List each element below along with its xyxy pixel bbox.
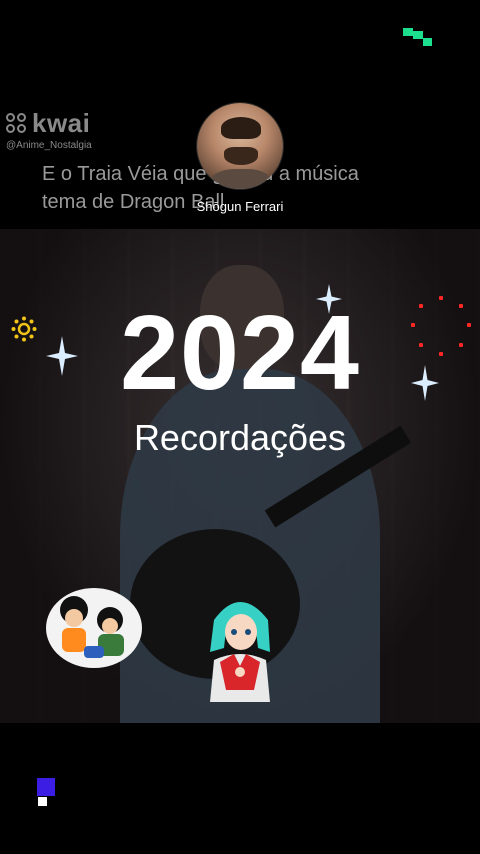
kwai-brand-text: kwai bbox=[32, 108, 91, 138]
recordacoes-subtitle: Recordações bbox=[133, 417, 347, 458]
dots-circle-icon bbox=[409, 296, 473, 358]
sun-icon bbox=[11, 316, 37, 342]
video-screen[interactable]: kwai @Anime_Nostalgia E o Traia Véia que… bbox=[0, 0, 480, 854]
kwai-handle: @Anime_Nostalgia bbox=[6, 140, 92, 151]
goku-sticker bbox=[46, 588, 142, 668]
kwai-logo-icon bbox=[6, 112, 28, 135]
sparkle-icon bbox=[411, 365, 439, 401]
bulma-sticker bbox=[210, 602, 270, 702]
avatar[interactable] bbox=[197, 103, 283, 189]
kwai-watermark: kwai @Anime_Nostalgia bbox=[6, 108, 92, 151]
sparkle-icon bbox=[46, 336, 78, 376]
profile-name[interactable]: Shōgun Ferrari bbox=[140, 199, 340, 214]
sparkle-icon bbox=[316, 284, 342, 314]
pixel-logo-icon bbox=[37, 778, 57, 808]
pixel-logo-icon bbox=[403, 28, 433, 48]
